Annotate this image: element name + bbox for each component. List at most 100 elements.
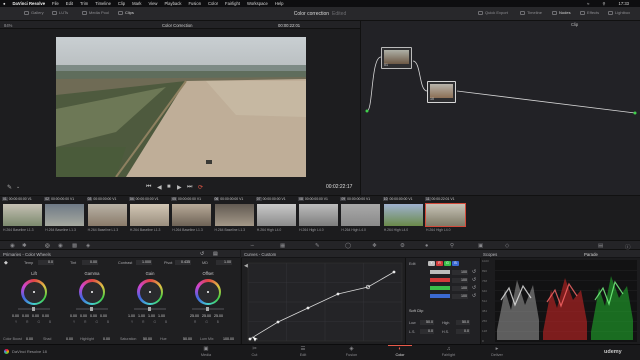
clip-thumbnail[interactable]: 07 00:00:00:00 V1 H.264 High L4.0 — [255, 197, 297, 238]
reset-icon[interactable]: ↺ — [200, 251, 204, 257]
pointer-icon[interactable]: ◆ — [4, 260, 8, 266]
curve-intensity-field[interactable]: 100 — [452, 277, 468, 283]
clip-thumbnail[interactable]: 04 00:00:00:00 V1 H.264 Baseline L1.3 — [128, 197, 170, 238]
curve-channel-r-toggle[interactable]: R — [436, 261, 443, 266]
clip-thumbnail[interactable]: 09 00:00:00:00 V1 H.264 High L4.0 — [340, 197, 381, 238]
param-value[interactable]: 0.00 — [66, 337, 73, 341]
param-value[interactable]: 0.00 — [103, 337, 110, 341]
clip-thumbnail[interactable]: 11 00:00:22:01 V1 H.264 High L4.0 — [425, 197, 466, 238]
wheel-value-field[interactable]: 0.00 — [32, 314, 39, 318]
menu-clip[interactable]: Clip — [118, 1, 125, 6]
window-icon[interactable]: ◯ — [345, 243, 351, 249]
loop-icon[interactable]: ⟳ — [198, 184, 203, 191]
pen-icon[interactable]: ✎ — [7, 184, 12, 191]
wheel-value-field[interactable]: 25.00 — [190, 314, 199, 318]
wheel-value-field[interactable]: 1.00 — [148, 314, 155, 318]
reset-icon[interactable]: ↺ — [472, 269, 476, 275]
curve-channel-b-toggle[interactable]: B — [452, 261, 459, 266]
wheel-center-handle[interactable] — [33, 291, 35, 293]
lightbox-button[interactable]: Lightbox — [608, 10, 630, 15]
page-tab-media[interactable]: ▣ Media — [186, 346, 226, 357]
menu-app-name[interactable]: DaVinci Resolve — [13, 1, 46, 6]
param-value[interactable]: 50.00 — [183, 337, 192, 341]
page-tab-color[interactable]: ◐ Color — [380, 346, 420, 357]
clip-thumbnail[interactable]: 06 00:00:00:00 V1 H.264 Baseline L1.3 — [213, 197, 255, 238]
menu-fairlight[interactable]: Fairlight — [225, 1, 240, 6]
search-icon[interactable]: ⚲ — [602, 1, 605, 6]
page-tab-fairlight[interactable]: ♫ Fairlight — [429, 346, 469, 357]
menu-file[interactable]: File — [52, 1, 59, 6]
page-tab-cut[interactable]: ✂ Cut — [235, 346, 275, 357]
low-field[interactable]: 50.0 — [420, 320, 434, 325]
reset-icon[interactable]: ↺ — [472, 293, 476, 299]
blur-icon[interactable]: ● — [425, 243, 428, 249]
contrast-field[interactable]: 1.000 — [136, 260, 152, 265]
wheel-master-slider[interactable] — [192, 307, 224, 311]
node-01[interactable]: 01 — [381, 47, 412, 69]
hdr-icon[interactable]: ◉ — [58, 243, 63, 249]
color-wheels-icon[interactable]: ◎ — [45, 243, 50, 249]
tint-field[interactable]: 0.00 — [82, 260, 98, 265]
wifi-icon[interactable]: ≈ — [587, 1, 589, 6]
menu-edit[interactable]: Edit — [66, 1, 73, 6]
page-tab-edit[interactable]: ☰ Edit — [283, 346, 323, 357]
clip-thumbnail[interactable]: 08 00:00:00:00 V1 H.264 High L4.0 — [298, 197, 339, 238]
param-value[interactable]: 50.00 — [143, 337, 152, 341]
stop-icon[interactable]: ■ — [167, 184, 171, 190]
timeline-button[interactable]: Timeline — [520, 10, 542, 15]
wheel-master-slider[interactable] — [18, 307, 50, 311]
wheel-value-field[interactable]: 1.00 — [138, 314, 145, 318]
curve-intensity-field[interactable]: 100 — [452, 285, 468, 291]
rgb-mixer-icon[interactable]: ▩ — [72, 243, 77, 249]
wheel-center-handle[interactable] — [149, 291, 151, 293]
magic-mask-icon[interactable]: ⚙ — [400, 243, 405, 249]
chevron-down-icon[interactable]: ⌄ — [16, 184, 20, 190]
wheel-value-field[interactable]: 0.00 — [12, 314, 19, 318]
curve-intensity-field[interactable]: 100 — [452, 269, 468, 275]
node-10[interactable]: 10 — [427, 81, 456, 103]
curves-panel[interactable]: ◀ — [241, 258, 405, 344]
key-icon[interactable]: ⚲ — [450, 243, 454, 249]
nodes-button[interactable]: Nodes — [552, 10, 571, 15]
color-match-icon[interactable]: ✱ — [22, 243, 27, 249]
wheel-value-field[interactable]: 0.00 — [80, 314, 87, 318]
menu-trim[interactable]: Trim — [80, 1, 88, 6]
clip-thumbnail[interactable]: 02 00:00:00:00 V1 H.264 Baseline L1.3 — [44, 197, 85, 238]
bars-icon[interactable]: ▤ — [213, 251, 218, 257]
pivot-field[interactable]: 0.435 — [175, 260, 191, 265]
quick-export-button[interactable]: Quick Export — [478, 10, 508, 15]
custom-curve-graph[interactable]: ◀ — [242, 258, 406, 344]
apple-icon[interactable]: ● — [3, 1, 6, 6]
hs-field[interactable]: 0.0 — [456, 329, 470, 334]
menu-view[interactable]: View — [148, 1, 157, 6]
clip-thumbnail[interactable]: 05 00:00:00:00 V1 H.264 Baseline L1.3 — [171, 197, 212, 238]
wheel-center-handle[interactable] — [91, 291, 93, 293]
3d-icon[interactable]: ◇ — [505, 243, 509, 249]
wheel-value-field[interactable]: 25.00 — [202, 314, 211, 318]
camera-raw-icon[interactable]: ◉ — [10, 243, 15, 249]
reset-icon[interactable]: ↺ — [472, 285, 476, 291]
play-reverse-icon[interactable]: ◀ — [157, 184, 162, 191]
effects-button[interactable]: Effects — [580, 10, 599, 15]
zoom-level[interactable]: 84% — [4, 23, 12, 28]
clip-thumbnail[interactable]: 10 00:00:00:00 V1 H.264 High L4.0 — [382, 197, 424, 238]
wheel-master-slider[interactable] — [134, 307, 166, 311]
scopes-icon[interactable]: ▤ — [598, 243, 603, 249]
clip-thumbnail[interactable]: 03 00:00:00:00 V1 H.264 Baseline L1.3 — [86, 197, 128, 238]
reset-icon[interactable]: ↺ — [472, 277, 476, 283]
color-warper-icon[interactable]: ▦ — [280, 243, 285, 249]
wheel-value-field[interactable]: 0.00 — [90, 314, 97, 318]
wheel-value-field[interactable]: 1.00 — [128, 314, 135, 318]
menu-playback[interactable]: Playback — [164, 1, 181, 6]
wheel-value-field[interactable]: 1.00 — [158, 314, 165, 318]
page-tab-deliver[interactable]: ▸ Deliver — [477, 346, 517, 357]
wheel-master-slider[interactable] — [76, 307, 108, 311]
curve-channel-g-toggle[interactable]: G — [444, 261, 451, 266]
curve-intensity-field[interactable]: 100 — [452, 293, 468, 299]
wheel-value-field[interactable]: 0.00 — [100, 314, 107, 318]
menu-mark[interactable]: Mark — [132, 1, 141, 6]
node-editor[interactable]: Clip 01 10 — [360, 21, 640, 195]
skip-start-icon[interactable]: ⏮ — [146, 184, 151, 191]
curves-icon[interactable]: ∽ — [250, 243, 255, 249]
temp-field[interactable]: 0.0 — [38, 260, 54, 265]
